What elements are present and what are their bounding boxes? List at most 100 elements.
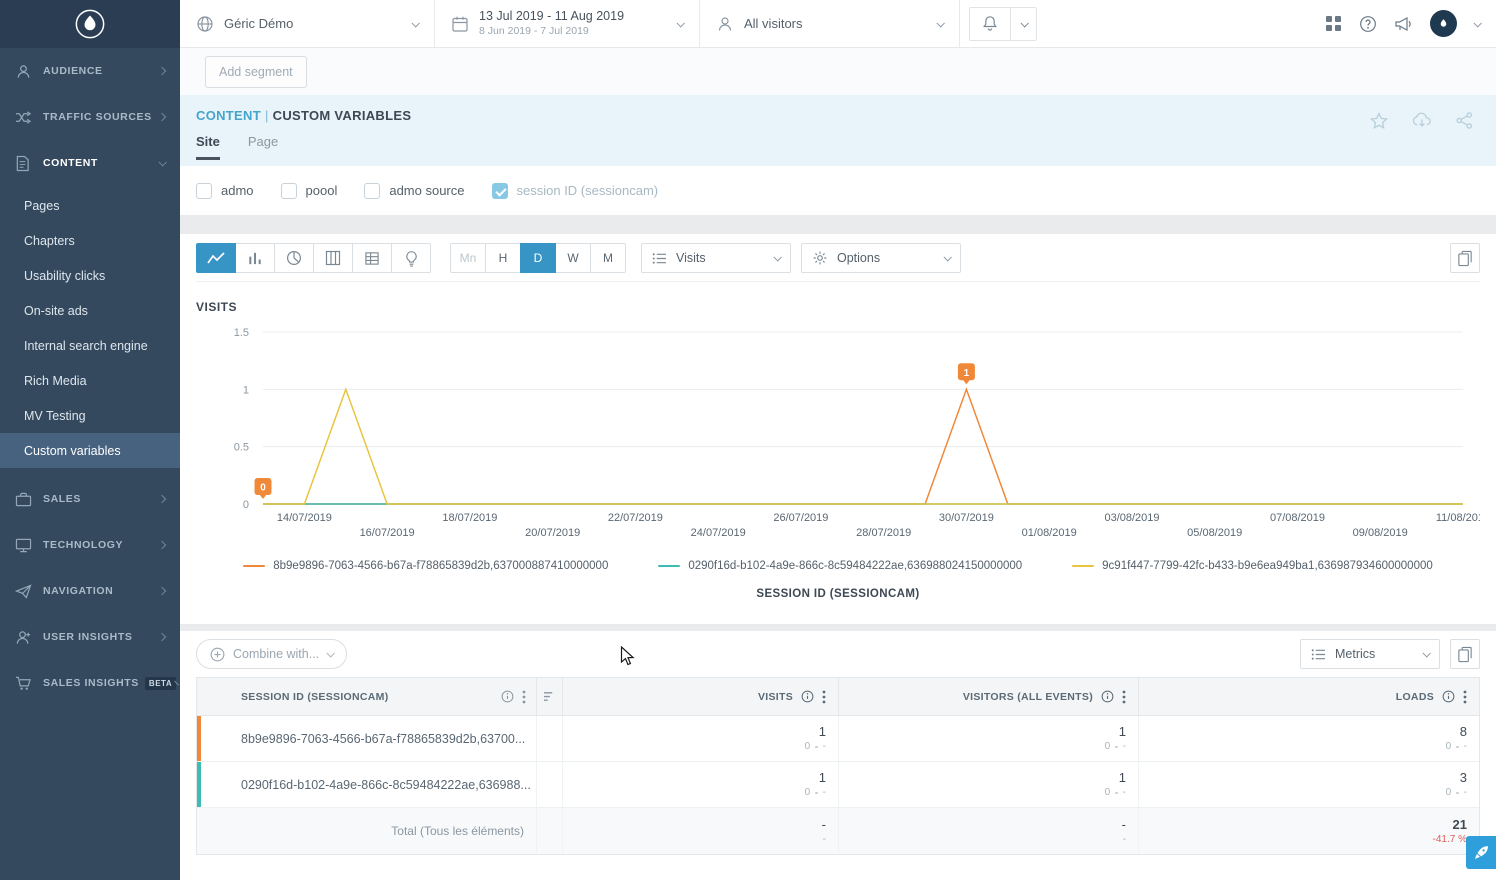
- sidebar-item-custom-variables[interactable]: Custom variables: [0, 433, 180, 468]
- site-selector[interactable]: Géric Démo: [180, 0, 435, 47]
- filter-label: admo source: [389, 183, 464, 198]
- announcements-button[interactable]: [1394, 16, 1413, 32]
- kebab-menu-icon[interactable]: [822, 690, 826, 704]
- tab-site[interactable]: Site: [196, 134, 220, 160]
- granularity-month-button[interactable]: M: [590, 243, 626, 273]
- notifications-dropdown-button[interactable]: [1010, 7, 1037, 41]
- sidebar-item-audience[interactable]: AUDIENCE: [0, 48, 180, 94]
- assistant-rocket-button[interactable]: [1466, 836, 1496, 869]
- sidebar-item-on-site-ads[interactable]: On-site ads: [0, 293, 180, 328]
- total-visits-cell: - -: [563, 808, 839, 854]
- legend-item[interactable]: 8b9e9896-7063-4566-b67a-f78865839d2b,637…: [243, 560, 608, 572]
- legend-item[interactable]: 9c91f447-7799-42fc-b433-b9e6ea949ba1,636…: [1072, 560, 1433, 572]
- export-chart-button[interactable]: [1450, 243, 1480, 273]
- sidebar-item-internal-search-engine[interactable]: Internal search engine: [0, 328, 180, 363]
- rocket-icon: [1473, 844, 1490, 861]
- data-table: SESSION ID (SESSIONCAM) VISITS: [196, 677, 1480, 855]
- info-icon[interactable]: [801, 690, 814, 703]
- chevron-down-icon: [773, 253, 781, 261]
- sidebar-item-content[interactable]: CONTENT: [0, 140, 180, 186]
- info-icon[interactable]: [1101, 690, 1114, 703]
- table-total-row: Total (Tous les éléments) - - - - 21: [197, 808, 1479, 855]
- options-dropdown[interactable]: Options: [801, 243, 961, 273]
- avatar-logo-icon: [1437, 17, 1450, 30]
- sidebar-item-chapters[interactable]: Chapters: [0, 223, 180, 258]
- add-segment-button[interactable]: Add segment: [205, 56, 307, 88]
- filter-session-id-sessioncam[interactable]: session ID (sessioncam): [492, 183, 659, 199]
- help-button[interactable]: [1359, 15, 1377, 33]
- pie-chart-button[interactable]: [274, 243, 314, 273]
- table-view-button[interactable]: [352, 243, 392, 273]
- distribution-chart-button[interactable]: [313, 243, 353, 273]
- chevron-down-icon: [411, 19, 419, 27]
- metrics-dropdown[interactable]: Metrics: [1300, 639, 1440, 669]
- metric-dropdown[interactable]: Visits: [641, 243, 791, 273]
- sidebar-item-traffic-sources[interactable]: TRAFFIC SOURCES: [0, 94, 180, 140]
- table-row[interactable]: 0290f16d-b102-4a9e-866c-8c59484222ae,636…: [197, 762, 1479, 808]
- sidebar-item-rich-media[interactable]: Rich Media: [0, 363, 180, 398]
- sidebar-item-user-insights[interactable]: USER INSIGHTS: [0, 614, 180, 660]
- column-header-sort[interactable]: [537, 678, 563, 715]
- granularity-week-button[interactable]: W: [555, 243, 591, 273]
- sidebar-item-sales[interactable]: SALES: [0, 476, 180, 522]
- sidebar-item-technology[interactable]: TECHNOLOGY: [0, 522, 180, 568]
- date-range-selector[interactable]: 13 Jul 2019 - 11 Aug 2019 8 Jun 2019 - 7…: [435, 0, 700, 47]
- checkbox-unchecked[interactable]: [196, 183, 212, 199]
- filter-poool[interactable]: poool: [281, 183, 338, 199]
- svg-text:05/08/2019: 05/08/2019: [1187, 527, 1242, 539]
- kebab-menu-icon[interactable]: [1463, 690, 1467, 704]
- sidebar-item-label: AUDIENCE: [43, 65, 159, 77]
- gear-icon: [812, 250, 828, 266]
- total-visitors-cell: - -: [839, 808, 1139, 854]
- sidebar-item-navigation[interactable]: NAVIGATION: [0, 568, 180, 614]
- metric-dropdown-value: Visits: [676, 251, 774, 265]
- sidebar-item-sales-insights[interactable]: SALES INSIGHTS BETA: [0, 660, 180, 706]
- share-button[interactable]: [1455, 111, 1474, 131]
- export-table-button[interactable]: [1450, 639, 1480, 669]
- notifications-group: [969, 0, 1037, 47]
- checkbox-checked[interactable]: [492, 183, 508, 199]
- filter-admo[interactable]: admo: [196, 183, 254, 199]
- column-header-visits[interactable]: VISITS: [563, 678, 839, 715]
- legend-item[interactable]: 0290f16d-b102-4a9e-866c-8c59484222ae,636…: [658, 560, 1022, 572]
- checkbox-unchecked[interactable]: [281, 183, 297, 199]
- download-button[interactable]: [1411, 111, 1433, 131]
- chevron-right-icon: [158, 495, 166, 503]
- column-header-visitors[interactable]: VISITORS (ALL EVENTS): [839, 678, 1139, 715]
- sidebar-item-usability-clicks[interactable]: Usability clicks: [0, 258, 180, 293]
- granularity-minute-button[interactable]: Mn: [450, 243, 486, 273]
- legend-swatch-yellow: [1072, 565, 1094, 568]
- info-icon[interactable]: [501, 690, 514, 703]
- favorite-button[interactable]: [1369, 111, 1389, 131]
- column-header-loads[interactable]: LOADS: [1139, 678, 1479, 715]
- loads-cell: 3 0-: [1139, 762, 1479, 807]
- segment-bar: Add segment: [180, 48, 1496, 95]
- app-logo[interactable]: [0, 0, 180, 48]
- notifications-button[interactable]: [969, 7, 1011, 41]
- table-row[interactable]: 8b9e9896-7063-4566-b67a-f78865839d2b,637…: [197, 716, 1479, 762]
- kebab-menu-icon[interactable]: [522, 690, 526, 704]
- sidebar-item-mv-testing[interactable]: MV Testing: [0, 398, 180, 433]
- chevron-down-icon: [676, 19, 684, 27]
- column-header-session-id[interactable]: SESSION ID (SESSIONCAM): [197, 678, 537, 715]
- sidebar-item-pages[interactable]: Pages: [0, 188, 180, 223]
- insights-button[interactable]: [391, 243, 431, 273]
- user-avatar[interactable]: [1430, 10, 1457, 37]
- granularity-hour-button[interactable]: H: [485, 243, 521, 273]
- combine-with-button[interactable]: Combine with...: [196, 639, 347, 669]
- filter-admo-source[interactable]: admo source: [364, 183, 464, 199]
- globe-icon: [196, 15, 214, 33]
- granularity-day-button[interactable]: D: [520, 243, 556, 273]
- beta-badge: BETA: [145, 677, 176, 690]
- bar-chart-button[interactable]: [235, 243, 275, 273]
- audience-icon: [15, 63, 32, 80]
- line-chart-button[interactable]: [196, 243, 236, 273]
- info-icon[interactable]: [1442, 690, 1455, 703]
- chevron-down-icon: [158, 158, 166, 166]
- visitor-segment-selector[interactable]: All visitors: [700, 0, 960, 47]
- tab-page[interactable]: Page: [248, 134, 278, 160]
- kebab-menu-icon[interactable]: [1122, 690, 1126, 704]
- checkbox-unchecked[interactable]: [364, 183, 380, 199]
- chevron-down-icon[interactable]: [1473, 19, 1481, 27]
- apps-grid-button[interactable]: [1325, 15, 1342, 32]
